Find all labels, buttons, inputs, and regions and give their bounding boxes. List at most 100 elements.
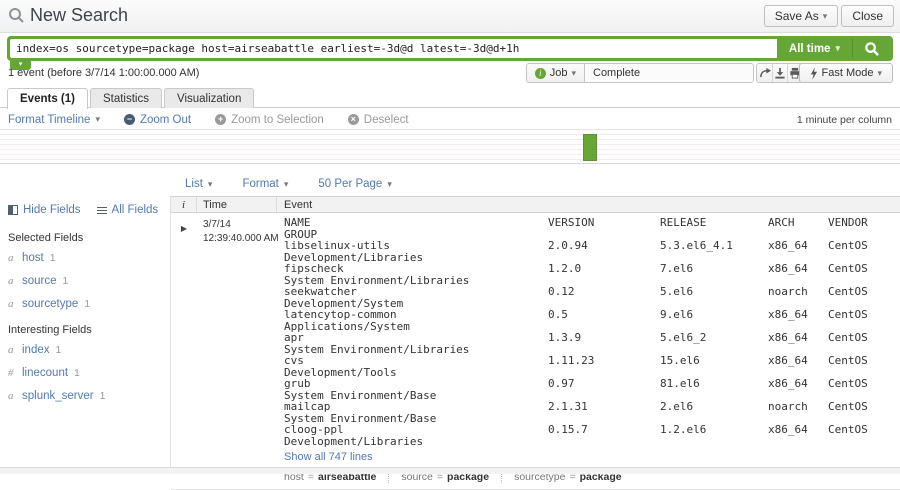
search-bar: All time ▾ bbox=[7, 36, 893, 61]
pkg-col-version: VERSION bbox=[548, 217, 660, 240]
pkg-name: apr bbox=[284, 332, 548, 344]
caret-down-icon: ▾ bbox=[835, 44, 840, 53]
field-item-index[interactable]: a index 1 bbox=[8, 344, 170, 356]
pkg-arch: noarch bbox=[768, 401, 828, 424]
pkg-version: 1.2.0 bbox=[548, 263, 660, 286]
caret-down-icon: ▾ bbox=[571, 69, 576, 78]
results-controls: List ▾ Format ▾ 50 Per Page ▾ bbox=[185, 178, 392, 190]
col-event-header: Event bbox=[277, 197, 900, 213]
pkg-vendor: CentOS bbox=[828, 401, 898, 424]
deselect-button[interactable]: × Deselect bbox=[348, 114, 409, 126]
save-as-button[interactable]: Save As ▾ bbox=[764, 5, 839, 27]
field-item-splunk-server[interactable]: a splunk_server 1 bbox=[8, 390, 170, 402]
search-icon bbox=[8, 7, 25, 24]
export-button[interactable] bbox=[772, 64, 787, 82]
caret-down-icon: ▾ bbox=[95, 115, 100, 124]
field-type-icon: # bbox=[8, 367, 16, 379]
pkg-arch: x86_64 bbox=[768, 240, 828, 263]
result-summary: 1 event (before 3/7/14 1:00:00.000 AM) bbox=[8, 67, 199, 79]
hide-fields-button[interactable]: Hide Fields bbox=[8, 204, 81, 216]
timeline-scale-label: 1 minute per column bbox=[797, 114, 892, 126]
pkg-arch: x86_64 bbox=[768, 332, 828, 355]
fields-sidebar: Hide Fields All Fields Selected Fields a… bbox=[0, 196, 170, 467]
field-item-source[interactable]: a source 1 bbox=[8, 275, 170, 287]
field-item-sourcetype[interactable]: a sourcetype 1 bbox=[8, 298, 170, 310]
list-view-button[interactable]: List ▾ bbox=[185, 178, 212, 190]
package-row: apr System Environment/Libraries 1.3.9 5… bbox=[284, 332, 898, 355]
field-type-icon: a bbox=[8, 252, 16, 264]
pkg-col-vendor: VENDOR bbox=[828, 217, 898, 240]
tab-events[interactable]: Events (1) bbox=[7, 88, 88, 109]
page-footer-strip bbox=[0, 467, 900, 474]
pkg-vendor: CentOS bbox=[828, 286, 898, 309]
zoom-out-button[interactable]: − Zoom Out bbox=[124, 114, 191, 126]
package-row: seekwatcher Development/System 0.12 5.el… bbox=[284, 286, 898, 309]
pkg-release: 5.el6 bbox=[660, 286, 768, 309]
search-submit-button[interactable] bbox=[852, 39, 890, 58]
pkg-name: libselinux-utils bbox=[284, 240, 548, 252]
field-item-linecount[interactable]: # linecount 1 bbox=[8, 367, 170, 379]
pkg-name: fipscheck bbox=[284, 263, 548, 275]
pkg-col-release: RELEASE bbox=[660, 217, 768, 240]
field-type-icon: a bbox=[8, 390, 16, 402]
search-query-input[interactable] bbox=[10, 39, 777, 58]
search-icon bbox=[864, 41, 880, 57]
timeline-controls: Format Timeline ▾ − Zoom Out + Zoom to S… bbox=[8, 111, 892, 128]
pkg-version: 0.97 bbox=[548, 378, 660, 401]
pkg-group: Development/Tools bbox=[284, 367, 548, 379]
tab-visualization[interactable]: Visualization bbox=[164, 88, 254, 108]
interesting-fields-title: Interesting Fields bbox=[8, 324, 170, 336]
event-timestamp: 3/7/14 12:39:40.000 AM bbox=[197, 213, 277, 489]
download-icon bbox=[774, 67, 786, 79]
pkg-release: 15.el6 bbox=[660, 355, 768, 378]
pkg-version: 2.0.94 bbox=[548, 240, 660, 263]
show-all-lines-link[interactable]: Show all 747 lines bbox=[284, 451, 373, 463]
caret-down-icon: ▾ bbox=[823, 12, 828, 21]
time-range-picker[interactable]: All time ▾ bbox=[777, 39, 852, 58]
circle-minus-icon: − bbox=[124, 114, 135, 125]
field-item-host[interactable]: a host 1 bbox=[8, 252, 170, 264]
caret-down-icon: ▾ bbox=[208, 180, 213, 189]
share-button[interactable] bbox=[757, 64, 772, 82]
package-row: cvs Development/Tools 1.11.23 15.el6 x86… bbox=[284, 355, 898, 378]
circle-x-icon: × bbox=[348, 114, 359, 125]
package-table-body: NAME GROUP VERSION RELEASE ARCH VENDOR l… bbox=[284, 217, 898, 447]
tab-statistics[interactable]: Statistics bbox=[90, 88, 162, 108]
search-mode-button[interactable]: Fast Mode ▾ bbox=[799, 63, 894, 83]
result-action-icons bbox=[756, 63, 803, 83]
package-row: grub System Environment/Base 0.97 81.el6… bbox=[284, 378, 898, 401]
pkg-vendor: CentOS bbox=[828, 378, 898, 401]
job-menu-button[interactable]: i Job ▾ bbox=[527, 64, 585, 82]
events-table-header: i Time Event bbox=[171, 196, 900, 213]
pkg-release: 1.2.el6 bbox=[660, 424, 768, 447]
pkg-vendor: CentOS bbox=[828, 355, 898, 378]
pkg-release: 5.3.el6_4.1 bbox=[660, 240, 768, 263]
result-tabs: Events (1) Statistics Visualization bbox=[7, 88, 254, 109]
event-timeline[interactable] bbox=[0, 129, 900, 164]
pkg-name: cloog-ppl bbox=[284, 424, 548, 436]
pkg-name: seekwatcher bbox=[284, 286, 548, 298]
package-header-row: NAME GROUP VERSION RELEASE ARCH VENDOR bbox=[284, 217, 898, 240]
timeline-event-bar[interactable] bbox=[583, 134, 597, 161]
all-fields-button[interactable]: All Fields bbox=[97, 204, 159, 216]
col-time-header: Time bbox=[197, 197, 277, 212]
pkg-vendor: CentOS bbox=[828, 424, 898, 447]
zoom-to-selection-button[interactable]: + Zoom to Selection bbox=[215, 114, 324, 126]
caret-down-icon: ▾ bbox=[284, 180, 289, 189]
package-row: mailcap System Environment/Base 2.1.31 2… bbox=[284, 401, 898, 424]
pkg-version: 1.11.23 bbox=[548, 355, 660, 378]
circle-plus-icon: + bbox=[215, 114, 226, 125]
pkg-version: 0.15.7 bbox=[548, 424, 660, 447]
field-list-icon bbox=[97, 207, 107, 215]
format-timeline-button[interactable]: Format Timeline ▾ bbox=[8, 114, 100, 126]
close-button[interactable]: Close bbox=[841, 5, 894, 27]
format-results-button[interactable]: Format ▾ bbox=[242, 178, 288, 190]
pkg-name: grub bbox=[284, 378, 548, 390]
per-page-button[interactable]: 50 Per Page ▾ bbox=[318, 178, 391, 190]
expand-event-arrow[interactable]: ▶ bbox=[181, 224, 187, 233]
pkg-arch: x86_64 bbox=[768, 355, 828, 378]
pkg-release: 5.el6_2 bbox=[660, 332, 768, 355]
pkg-version: 2.1.31 bbox=[548, 401, 660, 424]
pkg-release: 81.el6 bbox=[660, 378, 768, 401]
selected-fields-title: Selected Fields bbox=[8, 232, 170, 244]
